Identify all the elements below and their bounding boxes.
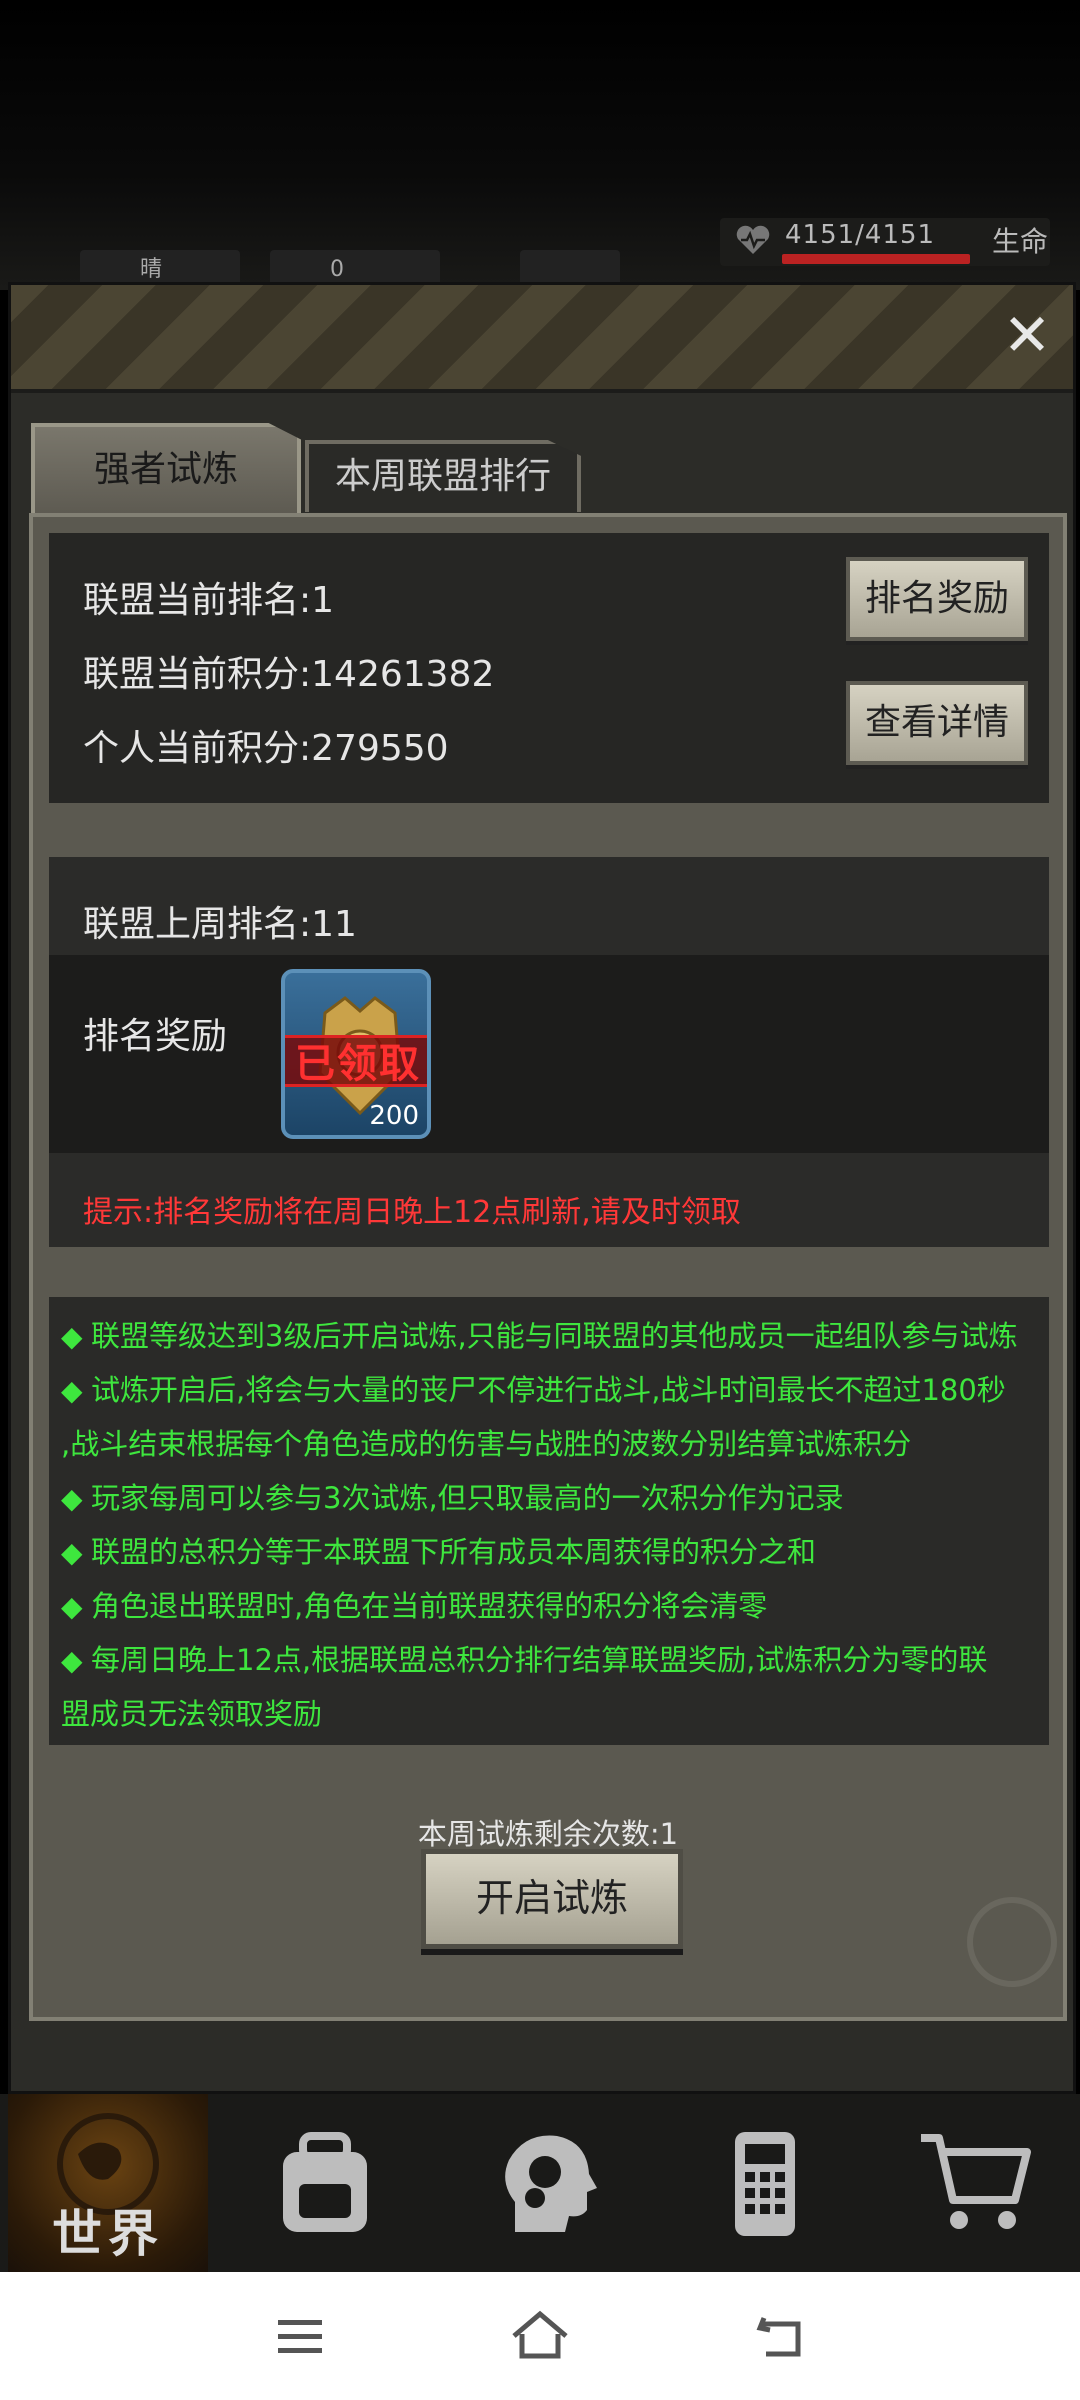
rule-text: 试炼开启后,将会与大量的丧尸不停进行战斗,战斗时间最长不超过180秒 (91, 1373, 1006, 1407)
menu-icon[interactable] (270, 2306, 330, 2366)
rule-text: 角色退出联盟时,角色在当前联盟获得的积分将会清零 (91, 1589, 768, 1623)
current-stats-box: 联盟当前排名:1 联盟当前积分:14261382 个人当前积分:279550 排… (49, 533, 1049, 803)
hp-value: 4151/4151 (785, 220, 936, 250)
reward-quantity: 200 (369, 1101, 419, 1131)
hazard-stripe-header (11, 285, 1073, 393)
reward-item[interactable]: 已领取 200 (281, 969, 431, 1139)
nav-device[interactable] (690, 2094, 840, 2272)
nav-skills[interactable] (470, 2094, 620, 2272)
close-button[interactable]: ✕ (999, 306, 1055, 365)
trial-dialog: ✕ 强者试炼 本周联盟排行 联盟当前排名:1 联盟当前积分:14261382 个… (8, 282, 1076, 2094)
start-trial-button[interactable]: 开启试炼 (421, 1849, 683, 1949)
last-week-box: 联盟上周排名:11 排名奖励 已领取 200 提示:排名奖励将在周日晚上12点刷… (49, 857, 1049, 1247)
rule-text: ,战斗结束根据每个角色造成的伤害与战胜的波数分别结算试炼积分 (61, 1427, 912, 1461)
claimed-stamp: 已领取 (285, 1035, 427, 1087)
alliance-current-rank: 联盟当前排名:1 (83, 580, 335, 621)
reward-label: 排名奖励 (83, 1016, 228, 1057)
nav-backpack[interactable] (250, 2094, 400, 2272)
shopping-cart-icon (921, 2134, 1031, 2229)
rule-item: ◆ 玩家每周可以参与3次试炼,但只取最高的一次积分作为记录 (61, 1471, 1041, 1526)
tab-label: 本周联盟排行 (334, 456, 551, 497)
reward-row: 排名奖励 (49, 955, 1049, 1153)
rule-item: ◆ 每周日晚上12点,根据联盟总积分排行结算联盟奖励,试炼积分为零的联 (61, 1633, 1041, 1688)
nav-shop[interactable] (900, 2094, 1060, 2272)
personal-current-score: 个人当前积分:279550 (83, 728, 449, 769)
rule-item-continuation: 盟成员无法领取奖励 (61, 1687, 1041, 1741)
tab-strong-trial[interactable]: 强者试炼 (31, 423, 301, 515)
close-icon: ✕ (1002, 301, 1052, 369)
diamond-bullet-icon: ◆ (61, 1590, 83, 1623)
diamond-bullet-icon: ◆ (61, 1644, 83, 1677)
home-icon[interactable] (510, 2306, 570, 2366)
heart-icon (736, 225, 770, 254)
hp-label: 生命 (992, 225, 1049, 258)
game-status-bar: 晴 0 4151/4151 生命 (0, 0, 1080, 290)
head-gear-icon (505, 2135, 597, 2232)
bottom-nav: 世界 (0, 2094, 1080, 2272)
diamond-bullet-icon: ◆ (61, 1374, 83, 1407)
alliance-last-week-rank: 联盟上周排名:11 (83, 904, 357, 945)
rule-item-continuation: ,战斗结束根据每个角色造成的伤害与战胜的波数分别结算试炼积分 (61, 1417, 1041, 1471)
tab-label: 强者试炼 (93, 449, 238, 490)
nav-world[interactable]: 世界 (8, 2094, 208, 2272)
rule-text: 盟成员无法领取奖励 (61, 1697, 323, 1731)
rule-text: 玩家每周可以参与3次试炼,但只取最高的一次积分作为记录 (91, 1481, 844, 1515)
back-icon[interactable] (750, 2306, 810, 2366)
diamond-bullet-icon: ◆ (61, 1482, 83, 1515)
radiation-value: 0 (330, 257, 344, 282)
diamond-bullet-icon: ◆ (61, 1536, 83, 1569)
view-details-button[interactable]: 查看详情 (846, 681, 1028, 765)
refresh-tip: 提示:排名奖励将在周日晚上12点刷新,请及时领取 (83, 1195, 741, 1230)
calculator-icon (735, 2132, 795, 2236)
weather-text: 晴 (140, 257, 163, 282)
trial-panel: 联盟当前排名:1 联盟当前积分:14261382 个人当前积分:279550 排… (29, 513, 1067, 2021)
tab-weekly-ranking[interactable]: 本周联盟排行 (305, 440, 581, 512)
radiation-icon (967, 1897, 1057, 1987)
rule-text: 每周日晚上12点,根据联盟总积分排行结算联盟奖励,试炼积分为零的联 (91, 1643, 988, 1677)
rule-item: ◆ 联盟等级达到3级后开启试炼,只能与同联盟的其他成员一起组队参与试炼 (61, 1309, 1041, 1364)
nav-world-label: 世界 (52, 2205, 164, 2263)
rule-item: ◆ 联盟的总积分等于本联盟下所有成员本周获得的积分之和 (61, 1525, 1041, 1580)
system-nav-bar (0, 2272, 1080, 2400)
hp-bar (782, 254, 970, 264)
rule-item: ◆ 试炼开启后,将会与大量的丧尸不停进行战斗,战斗时间最长不超过180秒 (61, 1363, 1041, 1418)
backpack-icon (283, 2132, 367, 2232)
diamond-bullet-icon: ◆ (61, 1320, 83, 1353)
alliance-current-score: 联盟当前积分:14261382 (83, 654, 495, 695)
rule-text: 联盟的总积分等于本联盟下所有成员本周获得的积分之和 (91, 1535, 817, 1569)
rule-item: ◆ 角色退出联盟时,角色在当前联盟获得的积分将会清零 (61, 1579, 1041, 1634)
rule-text: 联盟等级达到3级后开启试炼,只能与同联盟的其他成员一起组队参与试炼 (91, 1319, 1018, 1353)
rank-reward-button[interactable]: 排名奖励 (846, 557, 1028, 641)
remaining-attempts: 本周试炼剩余次数:1 (417, 1817, 679, 1851)
rules-box: ◆ 联盟等级达到3级后开启试炼,只能与同联盟的其他成员一起组队参与试炼 ◆ 试炼开启… (49, 1297, 1049, 1745)
